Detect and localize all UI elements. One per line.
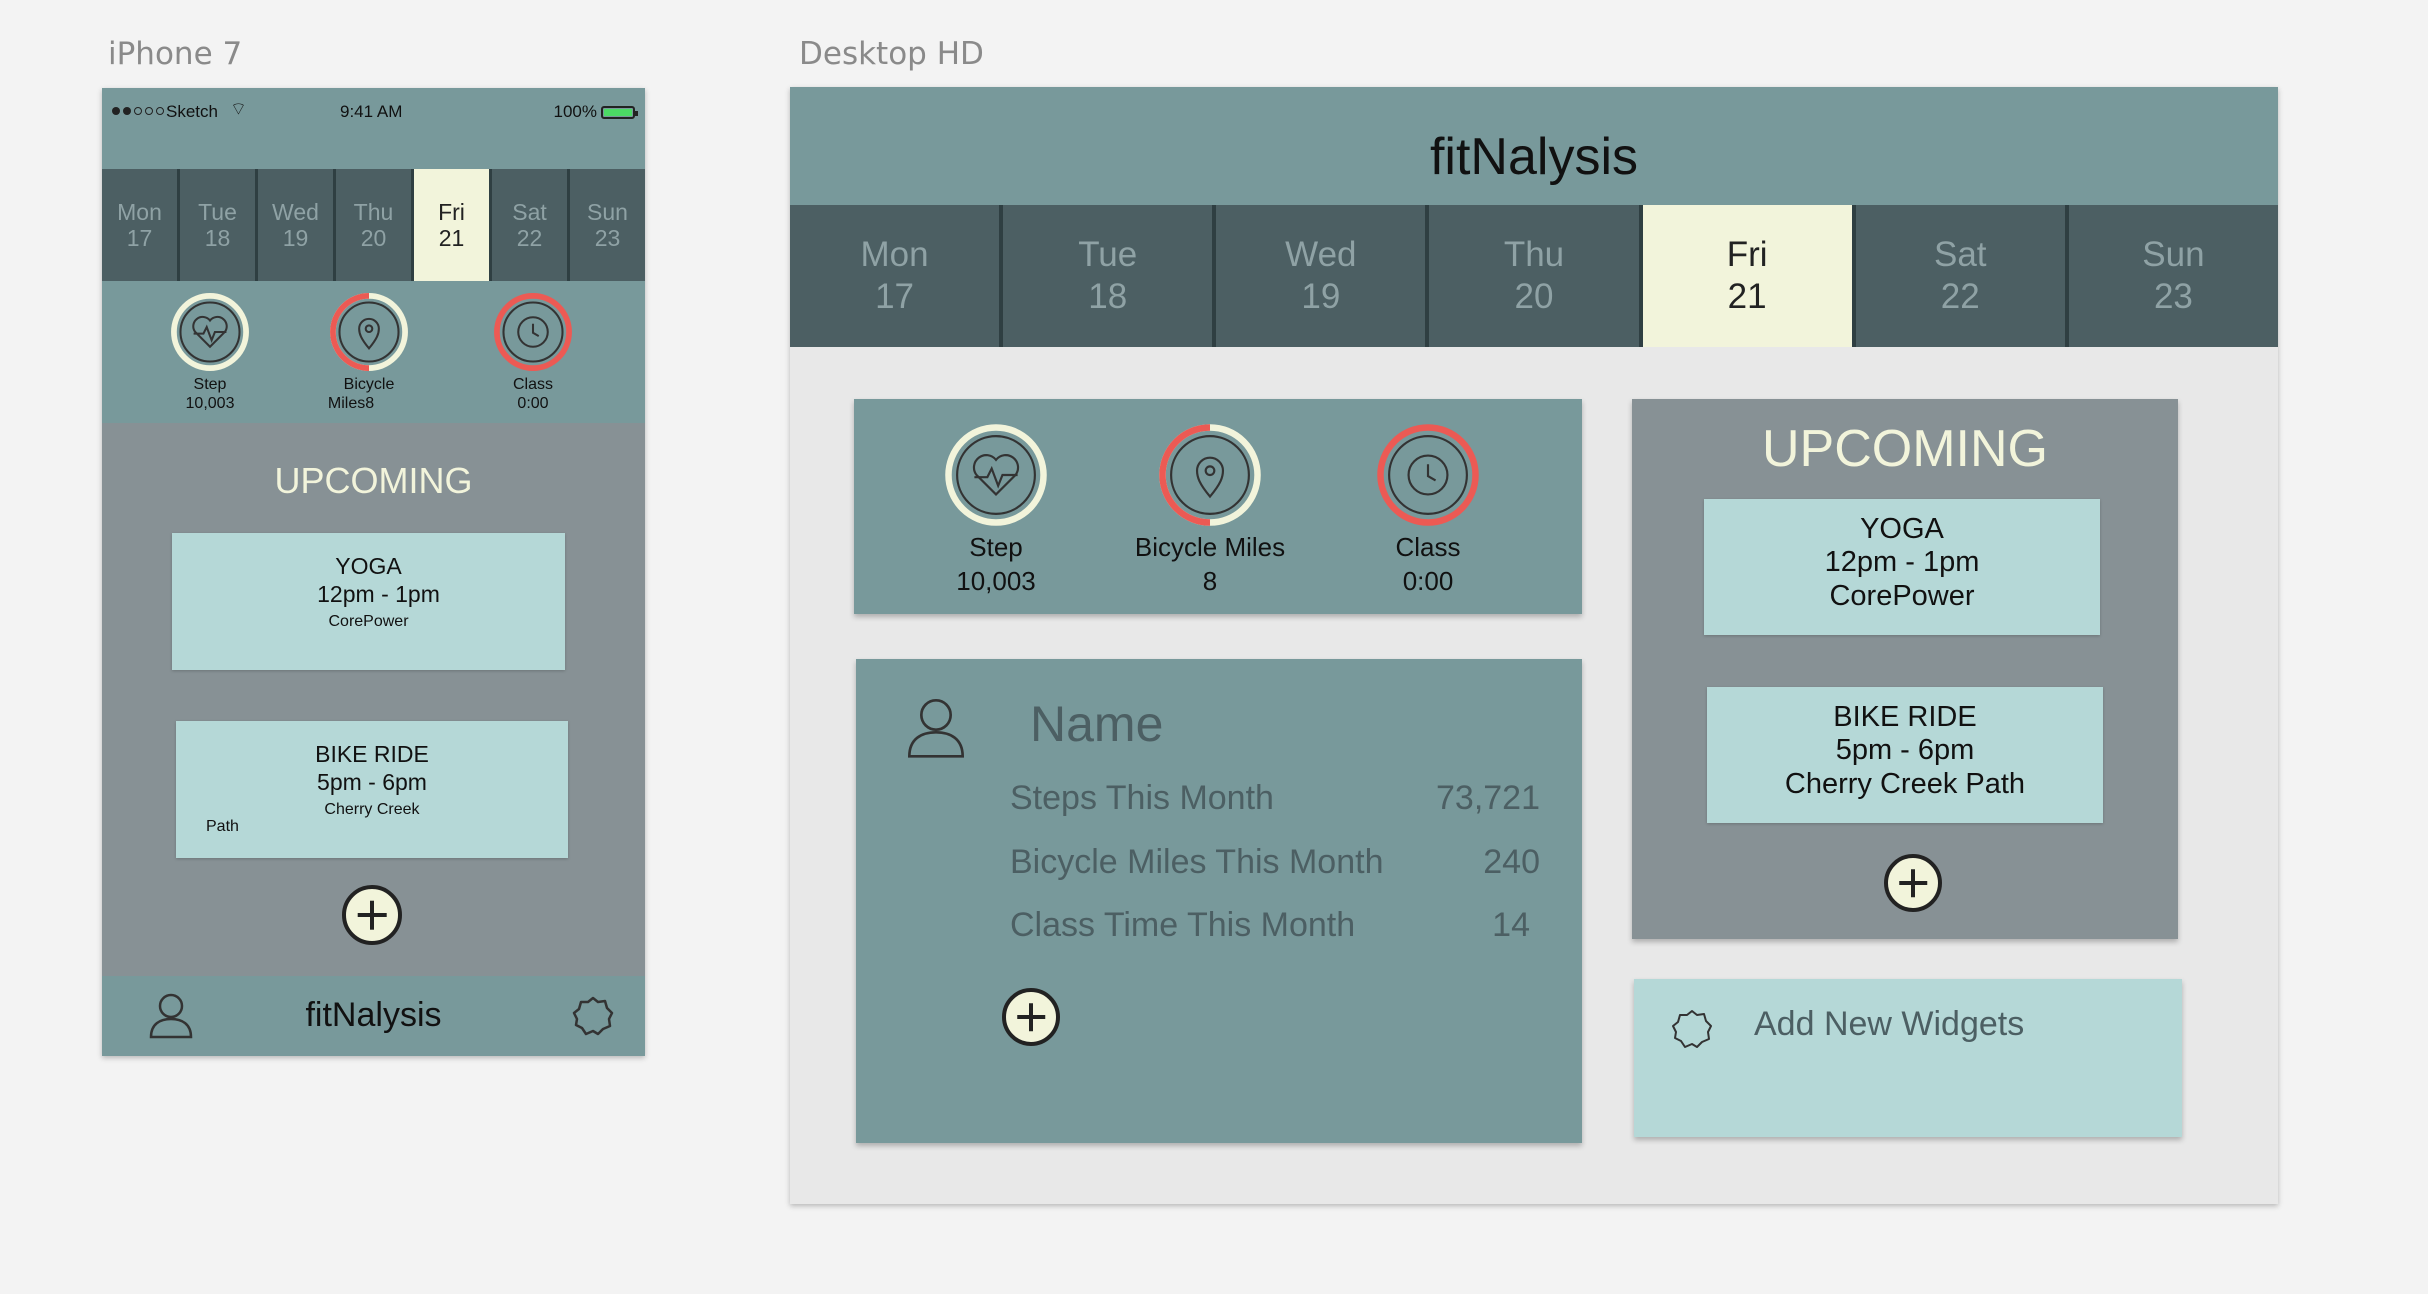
stat-row-bicycle: Bicycle Miles This Month 240 xyxy=(1010,843,1540,882)
event-time: 12pm - 1pm xyxy=(1824,546,1980,579)
event-title: BIKE RIDE xyxy=(315,741,429,767)
day-tab-thu[interactable]: Thu 20 xyxy=(336,169,411,281)
metric-class-label: Class xyxy=(512,376,553,393)
gear-icon[interactable] xyxy=(568,991,618,1041)
day-selector: Mon 17 Tue 18 Wed 19 Thu 20 Fri 21 Sat 22 Sun 2… xyxy=(790,205,2278,347)
user-icon[interactable] xyxy=(904,695,968,759)
add-widgets-label: Add New Widgets xyxy=(1754,1005,2025,1043)
bottom-bar: fitNalysis xyxy=(102,976,645,1056)
status-time: 9:41 AM xyxy=(340,102,403,121)
battery-indicator: 100% xyxy=(553,102,638,122)
artboard-label-iphone: iPhone 7 xyxy=(108,36,243,72)
add-widgets-panel[interactable]: Add New Widgets xyxy=(1634,979,2182,1137)
event-card-bike-ride[interactable]: BIKE RIDE 5pm - 6pm Cherry Creek Path xyxy=(1707,687,2103,823)
stat-value: 73,721 xyxy=(1436,779,1540,817)
event-card-yoga[interactable]: YOGA 12pm - 1pm CorePower xyxy=(172,533,565,670)
metric-steps-value: 10,003 xyxy=(956,565,1036,596)
day-tab-thu[interactable]: Thu 20 xyxy=(1429,205,1639,347)
status-bar: Sketch ⌔ 9:41 AM 100% xyxy=(102,88,645,169)
app-title: fitNalysis xyxy=(1429,128,1639,186)
header: fitNalysis xyxy=(790,87,2278,205)
event-title: YOGA xyxy=(335,553,402,579)
stat-label: Bicycle Miles This Month xyxy=(1010,843,1384,881)
metric-class-label: Class xyxy=(1395,532,1461,562)
metric-steps-value: 10,003 xyxy=(185,395,235,413)
metric-class-value: 0:00 xyxy=(1402,565,1454,596)
stat-label: Class Time This Month xyxy=(1010,906,1356,944)
day-tab-sun[interactable]: Sun 23 xyxy=(570,169,645,281)
profile-name: Name xyxy=(1030,696,1164,752)
heart-rate-icon xyxy=(171,293,249,371)
upcoming-title: UPCOMING xyxy=(274,460,473,501)
event-card-yoga[interactable]: YOGA 12pm - 1pm CorePower xyxy=(1704,499,2100,635)
add-event-button[interactable] xyxy=(342,885,402,945)
day-tab-mon[interactable]: Mon 17 xyxy=(790,205,1000,347)
event-place: Cherry Creek Path xyxy=(1784,767,2026,800)
event-title: BIKE RIDE xyxy=(1833,701,1977,733)
metric-steps[interactable]: Step 10,003 xyxy=(896,421,1096,599)
desktop-artboard: fitNalysis Mon 17 Tue 18 Wed 19 Thu 20 Fri 21… xyxy=(790,87,2278,1204)
metric-bicycle[interactable]: Bicycle Miles 8 xyxy=(1110,421,1310,599)
gear-icon xyxy=(1668,1005,1716,1053)
carrier-label: Sketch xyxy=(166,102,218,121)
event-time: 5pm - 6pm xyxy=(317,768,427,795)
metric-class-value: 0:00 xyxy=(517,395,549,413)
metric-bicycle-label: Bicycle xyxy=(343,376,395,393)
day-tab-mon[interactable]: Mon 17 xyxy=(102,169,177,281)
day-selector: Mon 17 Tue 18 Wed 19 Thu 20 Fri 21 Sat 22 Sun 2… xyxy=(102,169,645,281)
battery-icon xyxy=(601,105,638,119)
day-tab-fri[interactable]: Fri 21 xyxy=(414,169,489,281)
add-stat-button[interactable] xyxy=(1002,988,1060,1046)
upcoming-panel: UPCOMING YOGA 12pm - 1pm CorePower BIKE … xyxy=(1632,399,2178,939)
metric-bicycle-value: Miles8 xyxy=(327,395,375,413)
signal-icon xyxy=(112,107,164,115)
location-pin-icon xyxy=(1159,424,1261,526)
event-place-continued: Path xyxy=(206,817,239,835)
metric-bicycle-label: Bicycle Miles xyxy=(1134,532,1286,562)
metric-bicycle[interactable]: Bicycle Miles8 xyxy=(309,291,429,413)
day-tab-tue[interactable]: Tue 18 xyxy=(180,169,255,281)
profile-panel: Name Steps This Month 73,721 Bicycle Mil… xyxy=(856,659,1582,1143)
event-place: CorePower xyxy=(328,613,409,631)
day-tab-fri[interactable]: Fri 21 xyxy=(1642,205,1852,347)
day-tab-sun[interactable]: Sun 23 xyxy=(2068,205,2278,347)
event-title: YOGA xyxy=(1860,513,1944,545)
metric-bicycle-value: 8 xyxy=(1202,565,1218,596)
artboard-label-desktop: Desktop HD xyxy=(799,36,984,72)
stat-value: 14 xyxy=(1492,906,1530,944)
event-time: 12pm - 1pm xyxy=(317,580,440,607)
metric-steps-label: Step xyxy=(969,532,1023,562)
day-tab-sat[interactable]: Sat 22 xyxy=(492,169,567,281)
day-tab-wed[interactable]: Wed 19 xyxy=(258,169,333,281)
day-tab-wed[interactable]: Wed 19 xyxy=(1216,205,1426,347)
metric-steps[interactable]: Step 10,003 xyxy=(150,291,270,413)
app-title: fitNalysis xyxy=(305,996,442,1034)
metric-steps-label: Step xyxy=(193,376,227,393)
event-card-bike-ride[interactable]: BIKE RIDE 5pm - 6pm Cherry Creek Path xyxy=(176,721,568,858)
clock-icon xyxy=(494,293,572,371)
day-tab-tue[interactable]: Tue 18 xyxy=(1003,205,1213,347)
stat-label: Steps This Month xyxy=(1010,779,1274,817)
metric-class[interactable]: Class 0:00 xyxy=(1328,421,1528,599)
metric-class[interactable]: Class 0:00 xyxy=(473,291,593,413)
add-event-button[interactable] xyxy=(1884,854,1942,912)
stat-row-steps: Steps This Month 73,721 xyxy=(1010,779,1540,818)
event-time: 5pm - 6pm xyxy=(1835,734,1975,767)
iphone-artboard: Sketch ⌔ 9:41 AM 100% Mon 17 Tue 18 Wed 19 … xyxy=(102,88,645,1056)
location-pin-icon xyxy=(330,293,408,371)
wifi-icon: ⌔ xyxy=(230,99,247,119)
battery-percent: 100% xyxy=(553,102,597,121)
metrics-bar: Step 10,003 Bicycle Miles8 Class 0:00 xyxy=(102,281,645,423)
metrics-panel: Step 10,003 Bicycle Miles 8 Class 0:00 xyxy=(854,399,1582,614)
day-tab-sat[interactable]: Sat 22 xyxy=(1855,205,2065,347)
event-place: CorePower xyxy=(1829,579,1975,612)
heart-rate-icon xyxy=(945,424,1047,526)
stat-row-class: Class Time This Month 14 xyxy=(1010,906,1540,945)
stat-value: 240 xyxy=(1483,843,1540,881)
clock-icon xyxy=(1377,424,1479,526)
upcoming-title: UPCOMING xyxy=(1762,420,2048,478)
